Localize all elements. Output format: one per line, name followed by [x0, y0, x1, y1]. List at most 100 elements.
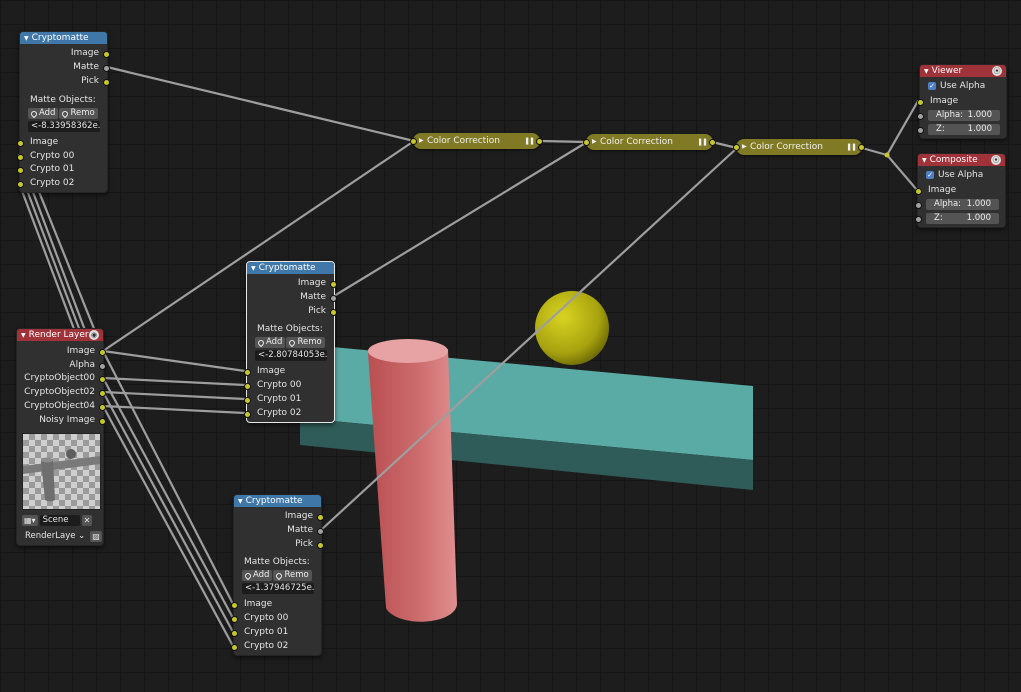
input-crypto-00: Crypto 00 — [231, 612, 321, 625]
alpha-field[interactable]: Alpha: 1.000 — [915, 199, 999, 210]
color-correction-node-3[interactable]: ▶ Color Correction ❚❚ — [733, 139, 865, 155]
output-image: Image — [234, 510, 324, 523]
output-matte: Matte — [234, 524, 324, 537]
alpha-field[interactable]: Alpha: 1.000 — [917, 110, 1000, 121]
node-header[interactable]: ▼ Viewer ⦿ — [920, 65, 1006, 77]
socket-output[interactable] — [330, 309, 337, 316]
matte-objects-label: Matte Objects: — [257, 324, 323, 334]
viewer-node[interactable]: ▼ Viewer ⦿ ✓ Use Alpha Image Alpha: 1.000 … — [917, 64, 1007, 139]
socket-input[interactable] — [410, 138, 417, 145]
collapse-arrow-icon[interactable]: ▼ — [238, 496, 243, 508]
socket-output[interactable] — [99, 418, 106, 425]
color-correction-node-1[interactable]: ▶ Color Correction ❚❚ — [410, 133, 543, 149]
socket-output[interactable] — [99, 404, 106, 411]
socket-input[interactable] — [915, 188, 922, 195]
socket-input[interactable] — [17, 181, 24, 188]
add-matte-button[interactable]: Add — [28, 108, 59, 119]
expand-arrow-icon[interactable]: ▶ — [592, 134, 597, 150]
z-field[interactable]: Z: 1.000 — [917, 124, 1000, 135]
socket-output[interactable] — [99, 363, 106, 370]
add-matte-button[interactable]: Add — [242, 570, 273, 581]
checkmark-icon[interactable]: ✓ — [926, 171, 934, 179]
expand-arrow-icon[interactable]: ▶ — [419, 133, 424, 149]
collapse-arrow-icon[interactable]: ▼ — [924, 66, 929, 78]
socket-output[interactable] — [99, 390, 106, 397]
matte-id-field[interactable]: <-8.33958362e.. — [28, 121, 100, 132]
socket-output[interactable] — [317, 528, 324, 535]
socket-input[interactable] — [915, 202, 922, 209]
socket-input[interactable] — [733, 144, 740, 151]
socket-input[interactable] — [917, 99, 924, 106]
remove-matte-button[interactable]: Remo — [273, 570, 312, 581]
node-header[interactable]: ▼ Render Layer ◉ — [17, 329, 103, 341]
socket-output[interactable] — [103, 51, 110, 58]
socket-input[interactable] — [915, 216, 922, 223]
socket-input[interactable] — [244, 369, 251, 376]
pin-icon[interactable]: ⦿ — [991, 155, 1001, 165]
use-alpha-checkbox[interactable]: ✓ Use Alpha — [926, 170, 983, 180]
socket-output[interactable] — [330, 295, 337, 302]
use-alpha-checkbox[interactable]: ✓ Use Alpha — [928, 81, 985, 91]
z-field[interactable]: Z: 1.000 — [915, 213, 999, 224]
node-header[interactable]: ▼ Cryptomatte — [234, 495, 321, 507]
socket-input[interactable] — [231, 616, 238, 623]
checkmark-icon[interactable]: ✓ — [928, 82, 936, 90]
collapse-arrow-icon[interactable]: ▼ — [24, 33, 29, 45]
render-layer-node[interactable]: ▼ Render Layer ◉ Image Alpha CryptoObject… — [16, 328, 106, 546]
socket-input[interactable] — [17, 140, 24, 147]
socket-output[interactable] — [317, 514, 324, 521]
render-layer-icon[interactable]: ▨ — [90, 531, 102, 542]
socket-input[interactable] — [244, 383, 251, 390]
render-icon[interactable]: ◉ — [89, 330, 99, 340]
socket-input[interactable] — [231, 630, 238, 637]
matte-id-field[interactable]: <-2.80784053e.. — [255, 350, 327, 361]
reroute-dot[interactable] — [884, 152, 890, 158]
socket-output[interactable] — [709, 139, 716, 146]
socket-input[interactable] — [917, 113, 924, 120]
scene-browse-icon[interactable]: ▦▾ — [22, 515, 38, 526]
node-header[interactable]: ▼ Cryptomatte — [20, 32, 107, 44]
collapse-grip-icon[interactable]: ❚❚ — [697, 134, 708, 150]
cryptomatte-node-top[interactable]: ▼ Cryptomatte Image Matte Pick Matte Obje… — [17, 31, 110, 193]
collapse-arrow-icon[interactable]: ▼ — [21, 330, 26, 342]
socket-output[interactable] — [103, 79, 110, 86]
collapse-arrow-icon[interactable]: ▼ — [251, 263, 256, 275]
socket-output[interactable] — [536, 138, 543, 145]
socket-output[interactable] — [99, 376, 106, 383]
render-layer-dropdown[interactable]: RenderLaye ⌄ — [22, 531, 88, 542]
socket-input[interactable] — [231, 644, 238, 651]
pin-icon[interactable]: ⦿ — [992, 66, 1002, 76]
close-icon[interactable]: ✕ — [81, 515, 93, 526]
socket-output[interactable] — [858, 144, 865, 151]
socket-output[interactable] — [99, 349, 106, 356]
socket-output[interactable] — [330, 281, 337, 288]
socket-input[interactable] — [244, 397, 251, 404]
color-correction-node-2[interactable]: ▶ Color Correction ❚❚ — [583, 134, 716, 150]
socket-input[interactable] — [17, 167, 24, 174]
node-header[interactable]: ▼ Composite ⦿ — [918, 154, 1005, 166]
collapse-grip-icon[interactable]: ❚❚ — [846, 139, 857, 155]
matte-id-field[interactable]: <-1.37946725e.. — [242, 583, 314, 594]
socket-input[interactable] — [244, 411, 251, 418]
socket-input[interactable] — [231, 602, 238, 609]
remove-matte-button[interactable]: Remo — [59, 108, 98, 119]
collapse-arrow-icon[interactable]: ▼ — [922, 155, 927, 167]
node-header[interactable]: ▼ Cryptomatte — [247, 262, 334, 274]
node-title: Cryptomatte — [245, 496, 303, 506]
socket-output[interactable] — [103, 65, 110, 72]
composite-node[interactable]: ▼ Composite ⦿ ✓ Use Alpha Image Alpha: 1.0… — [915, 153, 1006, 228]
socket-input[interactable] — [917, 127, 924, 134]
collapse-grip-icon[interactable]: ❚❚ — [524, 133, 535, 149]
remove-matte-button[interactable]: Remo — [286, 337, 325, 348]
cryptomatte-node-bottom[interactable]: ▼ Cryptomatte Image Matte Pick Matte Obje… — [231, 494, 324, 656]
socket-input[interactable] — [583, 139, 590, 146]
node-title: Cryptomatte — [31, 33, 89, 43]
output-alpha: Alpha — [17, 359, 106, 372]
add-matte-button[interactable]: Add — [255, 337, 286, 348]
expand-arrow-icon[interactable]: ▶ — [742, 139, 747, 155]
input-crypto-01: Crypto 01 — [244, 393, 334, 406]
cryptomatte-node-middle[interactable]: ▼ Cryptomatte Image Matte Pick Matte Obje… — [244, 261, 337, 423]
scene-name-field[interactable]: Scene — [39, 515, 80, 526]
socket-output[interactable] — [317, 542, 324, 549]
socket-input[interactable] — [17, 154, 24, 161]
